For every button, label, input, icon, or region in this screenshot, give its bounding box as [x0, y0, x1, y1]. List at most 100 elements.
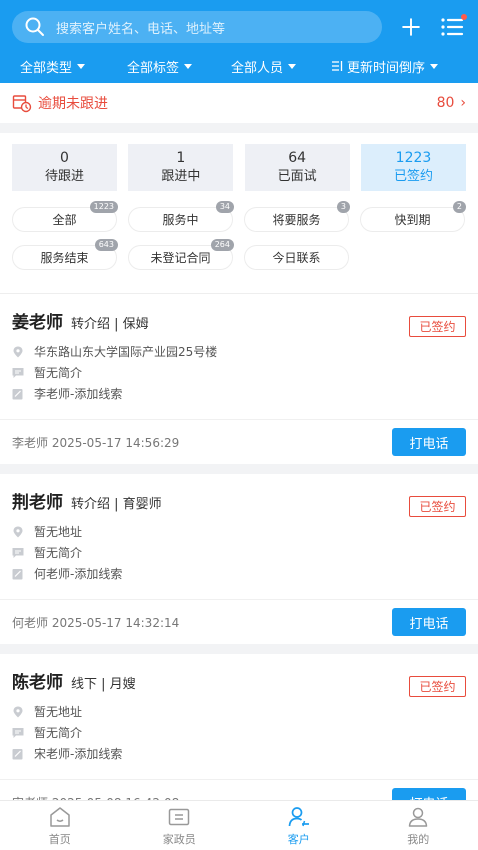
- chip-label: 服务结束: [40, 251, 89, 265]
- location-icon: [13, 346, 23, 357]
- overdue-label: 逾期未跟进: [38, 96, 108, 112]
- count-badge: 34: [215, 201, 234, 213]
- address-text: 暂无地址: [34, 705, 83, 719]
- card-body: 荆老师 转介绍 | 育婴师 已签约 暂无地址 暂无简介 何老师-添加线索: [0, 474, 478, 599]
- clue-text: 宋老师-添加线索: [34, 747, 123, 761]
- clue-text: 李老师-添加线索: [34, 387, 123, 401]
- address-text: 华东路山东大学国际产业园25号楼: [34, 345, 218, 359]
- chip-ended[interactable]: 服务结束 643: [12, 239, 118, 270]
- home-icon: [50, 806, 70, 827]
- search-input[interactable]: 搜索客户姓名、电话、地址等: [12, 11, 382, 43]
- count-badge: 2: [452, 201, 466, 213]
- status-badge: 已签约: [409, 496, 466, 517]
- clue-row: 宋老师-添加线索: [12, 743, 466, 764]
- nav-label: 客户: [287, 832, 310, 846]
- card-title: 姜老师 转介绍 | 保姆: [12, 308, 466, 333]
- filter-row: 全部类型 全部标签 全部人员 更新时间倒序: [12, 56, 466, 76]
- add-icon[interactable]: [400, 13, 422, 41]
- address-row: 华东路山东大学国际产业园25号楼: [12, 341, 466, 362]
- customer-tag: 线下 | 月嫂: [71, 677, 136, 692]
- location-icon: [13, 526, 23, 537]
- stat-interviewed[interactable]: 64 已面试: [244, 144, 350, 191]
- status-badge: 已签约: [409, 316, 466, 337]
- customer-name: 姜老师: [12, 313, 63, 333]
- filter-sort[interactable]: 更新时间倒序: [331, 57, 439, 76]
- count-badge: 1223: [89, 201, 118, 213]
- nav-label: 我的: [407, 832, 430, 846]
- intro-text: 暂无简介: [34, 546, 83, 560]
- clue-row: 李老师-添加线索: [12, 383, 466, 404]
- chip-label: 服务中: [162, 213, 199, 227]
- status-chips: 全部 1223 服务中 34 将要服务 3 快到期 2 服务结束 643 未登记合同 264…: [12, 201, 466, 283]
- chip-no-contract[interactable]: 未登记合同 264: [128, 239, 234, 270]
- update-info: 李老师 2025-05-17 14:56:29: [12, 435, 180, 450]
- sort-icon: [332, 61, 343, 71]
- stat-signed[interactable]: 1223 已签约: [360, 144, 466, 191]
- filter-tag-label: 全部标签: [127, 60, 180, 76]
- chevron-right-icon: ›: [460, 95, 466, 111]
- nav-housekeepers[interactable]: 家政员: [120, 801, 240, 850]
- overdue-bar[interactable]: 逾期未跟进 80 ›: [0, 83, 478, 123]
- filter-type[interactable]: 全部类型: [20, 57, 86, 76]
- message-icon: [12, 367, 24, 378]
- customer-name: 陈老师: [12, 673, 63, 693]
- chip-expiring[interactable]: 快到期 2: [360, 201, 466, 232]
- call-button[interactable]: 打电话: [392, 608, 466, 636]
- card-body: 陈老师 线下 | 月嫂 已签约 暂无地址 暂无简介 宋老师-添加线索: [0, 654, 478, 779]
- stat-number: 1223: [395, 149, 432, 166]
- customer-tag: 转介绍 | 育婴师: [71, 497, 162, 512]
- chip-today[interactable]: 今日联系: [244, 245, 349, 270]
- overdue-count: 80: [436, 95, 455, 111]
- card-title: 陈老师 线下 | 月嫂: [12, 668, 466, 693]
- overdue-calendar-icon: [12, 95, 32, 113]
- stat-label: 待跟进: [44, 168, 84, 184]
- menu-list-icon[interactable]: [438, 13, 467, 41]
- customer-card[interactable]: 姜老师 转介绍 | 保姆 已签约 华东路山东大学国际产业园25号楼 暂无简介 李…: [0, 293, 478, 464]
- stat-label: 已签约: [393, 168, 433, 184]
- nav-customers[interactable]: 客户: [239, 801, 359, 850]
- chip-in-service[interactable]: 服务中 34: [128, 201, 234, 232]
- filter-type-label: 全部类型: [20, 60, 73, 76]
- message-icon: [12, 547, 24, 558]
- stat-number: 64: [288, 149, 307, 166]
- address-row: 暂无地址: [12, 701, 466, 722]
- customer-name: 荆老师: [12, 493, 63, 513]
- intro-text: 暂无简介: [34, 366, 83, 380]
- edit-note-icon: [12, 568, 23, 579]
- address-row: 暂无地址: [12, 521, 466, 542]
- chevron-down-icon: [288, 64, 297, 69]
- card-title: 荆老师 转介绍 | 育婴师: [12, 488, 466, 513]
- status-badge: 已签约: [409, 676, 466, 697]
- chevron-down-icon: [430, 64, 439, 69]
- filter-staff-label: 全部人员: [231, 60, 284, 76]
- update-info: 何老师 2025-05-17 14:32:14: [12, 615, 180, 630]
- intro-text: 暂无简介: [34, 726, 83, 740]
- call-button[interactable]: 打电话: [392, 428, 466, 456]
- search-icon: [25, 17, 44, 36]
- card-info: 暂无地址 暂无简介 何老师-添加线索: [12, 521, 466, 584]
- filter-tag[interactable]: 全部标签: [127, 57, 193, 76]
- nav-profile[interactable]: 我的: [359, 801, 478, 850]
- stat-following[interactable]: 1 跟进中: [128, 144, 234, 191]
- chip-label: 快到期: [394, 213, 431, 227]
- stat-pending[interactable]: 0 待跟进: [12, 144, 117, 191]
- chevron-down-icon: [184, 64, 193, 69]
- profile-icon: [409, 807, 428, 827]
- chip-label: 今日联系: [272, 251, 321, 265]
- customer-card[interactable]: 荆老师 转介绍 | 育婴师 已签约 暂无地址 暂无简介 何老师-添加线索 何老师…: [0, 474, 478, 644]
- nav-label: 首页: [48, 832, 71, 846]
- card-footer: 何老师 2025-05-17 14:32:14 打电话: [0, 599, 478, 644]
- intro-row: 暂无简介: [12, 362, 466, 383]
- chip-label: 将要服务: [272, 213, 321, 227]
- edit-note-icon: [12, 748, 23, 759]
- stat-label: 跟进中: [161, 168, 201, 184]
- customer-card[interactable]: 陈老师 线下 | 月嫂 已签约 暂无地址 暂无简介 宋老师-添加线索 宋老师 2…: [0, 654, 478, 824]
- customer-tag: 转介绍 | 保姆: [71, 317, 149, 332]
- stats-area: 0 待跟进 1 跟进中 64 已面试 1223 已签约 全部 1223 服务中 34…: [0, 133, 478, 293]
- message-icon: [12, 727, 24, 738]
- chip-all[interactable]: 全部 1223: [12, 201, 118, 232]
- filter-staff[interactable]: 全部人员: [231, 57, 297, 76]
- nav-home[interactable]: 首页: [0, 801, 120, 850]
- chip-upcoming[interactable]: 将要服务 3: [244, 201, 350, 232]
- notification-dot: [461, 14, 467, 20]
